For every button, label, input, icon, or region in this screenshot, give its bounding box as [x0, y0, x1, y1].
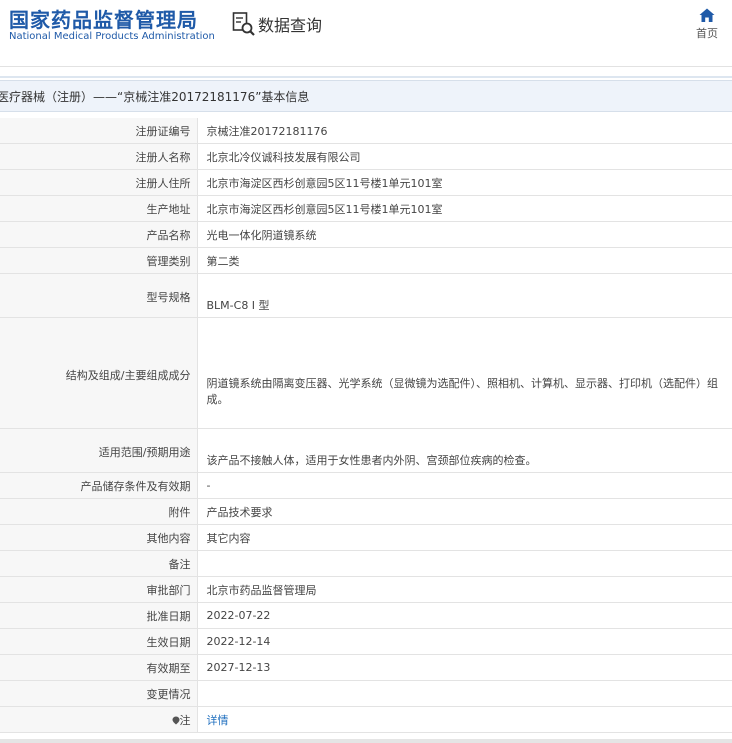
table-row: 生效日期 2022-12-14: [0, 628, 732, 655]
table-row: 产品储存条件及有效期 -: [0, 472, 732, 499]
table-row: 注 详情: [0, 706, 732, 733]
field-value-expiry-date: 2027-12-13: [197, 654, 732, 681]
field-value-remark: [197, 550, 732, 577]
field-value-effective-date: 2022-12-14: [197, 628, 732, 655]
field-value-note: 详情: [197, 706, 732, 733]
page-footer-divider: [0, 739, 732, 743]
field-value-storage: -: [197, 472, 732, 499]
field-value-registrant: 北京北冷仪诚科技发展有限公司: [197, 143, 732, 170]
field-label-registrant-address: 注册人住所: [0, 169, 198, 196]
table-row: 注册人名称 北京北冷仪诚科技发展有限公司: [0, 143, 732, 170]
table-row: 结构及组成/主要组成成分 阴道镜系统由隔离变压器、光学系统（显微镜为选配件）、照…: [0, 317, 732, 429]
field-value-cert-no: 京械注准20172181176: [197, 118, 732, 144]
field-value-structure: 阴道镜系统由隔离变压器、光学系统（显微镜为选配件）、照相机、计算机、显示器、打印…: [197, 317, 732, 429]
table-row: 变更情况: [0, 680, 732, 707]
home-icon: [699, 8, 715, 22]
field-value-other: 其它内容: [197, 524, 732, 551]
table-row: 附件 产品技术要求: [0, 498, 732, 525]
record-title-bar: 医疗器械（注册）——“京械注准20172181176”基本信息: [0, 80, 732, 112]
field-label-scope: 适用范围/预期用途: [0, 428, 198, 473]
field-value-scope: 该产品不接触人体，适用于女性患者内外阴、宫颈部位疾病的检查。: [197, 428, 732, 473]
field-label-approval-dept: 审批部门: [0, 576, 198, 603]
data-query-nav[interactable]: 数据查询: [232, 11, 322, 37]
accent-band: [0, 76, 732, 78]
note-marker-icon: [172, 716, 179, 724]
table-row: 管理类别 第二类: [0, 247, 732, 274]
field-value-model: BLM-C8 I 型: [197, 273, 732, 318]
table-row: 其他内容 其它内容: [0, 524, 732, 551]
field-label-attachment: 附件: [0, 498, 198, 525]
note-label-text: 注: [179, 713, 191, 727]
field-label-remark: 备注: [0, 550, 198, 577]
record-title: 医疗器械（注册）——“京械注准20172181176”基本信息: [0, 90, 310, 104]
field-label-effective-date: 生效日期: [0, 628, 198, 655]
field-label-structure: 结构及组成/主要组成成分: [0, 317, 198, 429]
field-label-category: 管理类别: [0, 247, 198, 274]
data-query-label: 数据查询: [258, 16, 323, 35]
site-logo-cn[interactable]: 国家药品监督管理局: [9, 4, 198, 33]
table-row: 备注: [0, 550, 732, 577]
table-row: 注册证编号 京械注准20172181176: [0, 118, 732, 144]
field-label-production-address: 生产地址: [0, 195, 198, 222]
field-value-approval-dept: 北京市药品监督管理局: [197, 576, 732, 603]
field-label-note: 注: [0, 706, 198, 733]
field-value-changes: [197, 680, 732, 707]
site-header: 国家药品监督管理局 National Medical Products Admi…: [0, 0, 732, 66]
field-label-storage: 产品储存条件及有效期: [0, 472, 198, 499]
table-row: 适用范围/预期用途 该产品不接触人体，适用于女性患者内外阴、宫颈部位疾病的检查。: [0, 428, 732, 473]
table-row: 注册人住所 北京市海淀区西杉创意园5区11号楼1单元101室: [0, 169, 732, 196]
field-label-product-name: 产品名称: [0, 221, 198, 248]
field-label-other: 其他内容: [0, 524, 198, 551]
table-row: 生产地址 北京市海淀区西杉创意园5区11号楼1单元101室: [0, 195, 732, 222]
field-label-registrant: 注册人名称: [0, 143, 198, 170]
field-value-product-name: 光电一体化阴道镜系统: [197, 221, 732, 248]
details-link[interactable]: 详情: [207, 714, 229, 727]
field-value-attachment: 产品技术要求: [197, 498, 732, 525]
home-link[interactable]: 首页: [694, 8, 720, 41]
header-divider: [0, 66, 732, 67]
field-value-approval-date: 2022-07-22: [197, 602, 732, 629]
field-value-production-address: 北京市海淀区西杉创意园5区11号楼1单元101室: [197, 195, 732, 222]
field-value-registrant-address: 北京市海淀区西杉创意园5区11号楼1单元101室: [197, 169, 732, 196]
magnifier-document-icon: [232, 12, 255, 36]
table-row: 批准日期 2022-07-22: [0, 602, 732, 629]
site-logo-en[interactable]: National Medical Products Administration: [9, 31, 215, 42]
field-label-cert-no: 注册证编号: [0, 118, 198, 144]
home-label: 首页: [696, 27, 718, 40]
field-label-model: 型号规格: [0, 273, 198, 318]
field-label-expiry-date: 有效期至: [0, 654, 198, 681]
field-value-category: 第二类: [197, 247, 732, 274]
table-row: 审批部门 北京市药品监督管理局: [0, 576, 732, 603]
record-detail-table: 注册证编号 京械注准20172181176 注册人名称 北京北冷仪诚科技发展有限…: [0, 118, 732, 733]
field-label-approval-date: 批准日期: [0, 602, 198, 629]
table-row: 有效期至 2027-12-13: [0, 654, 732, 681]
table-row: 产品名称 光电一体化阴道镜系统: [0, 221, 732, 248]
field-label-changes: 变更情况: [0, 680, 198, 707]
table-row: 型号规格 BLM-C8 I 型: [0, 273, 732, 318]
